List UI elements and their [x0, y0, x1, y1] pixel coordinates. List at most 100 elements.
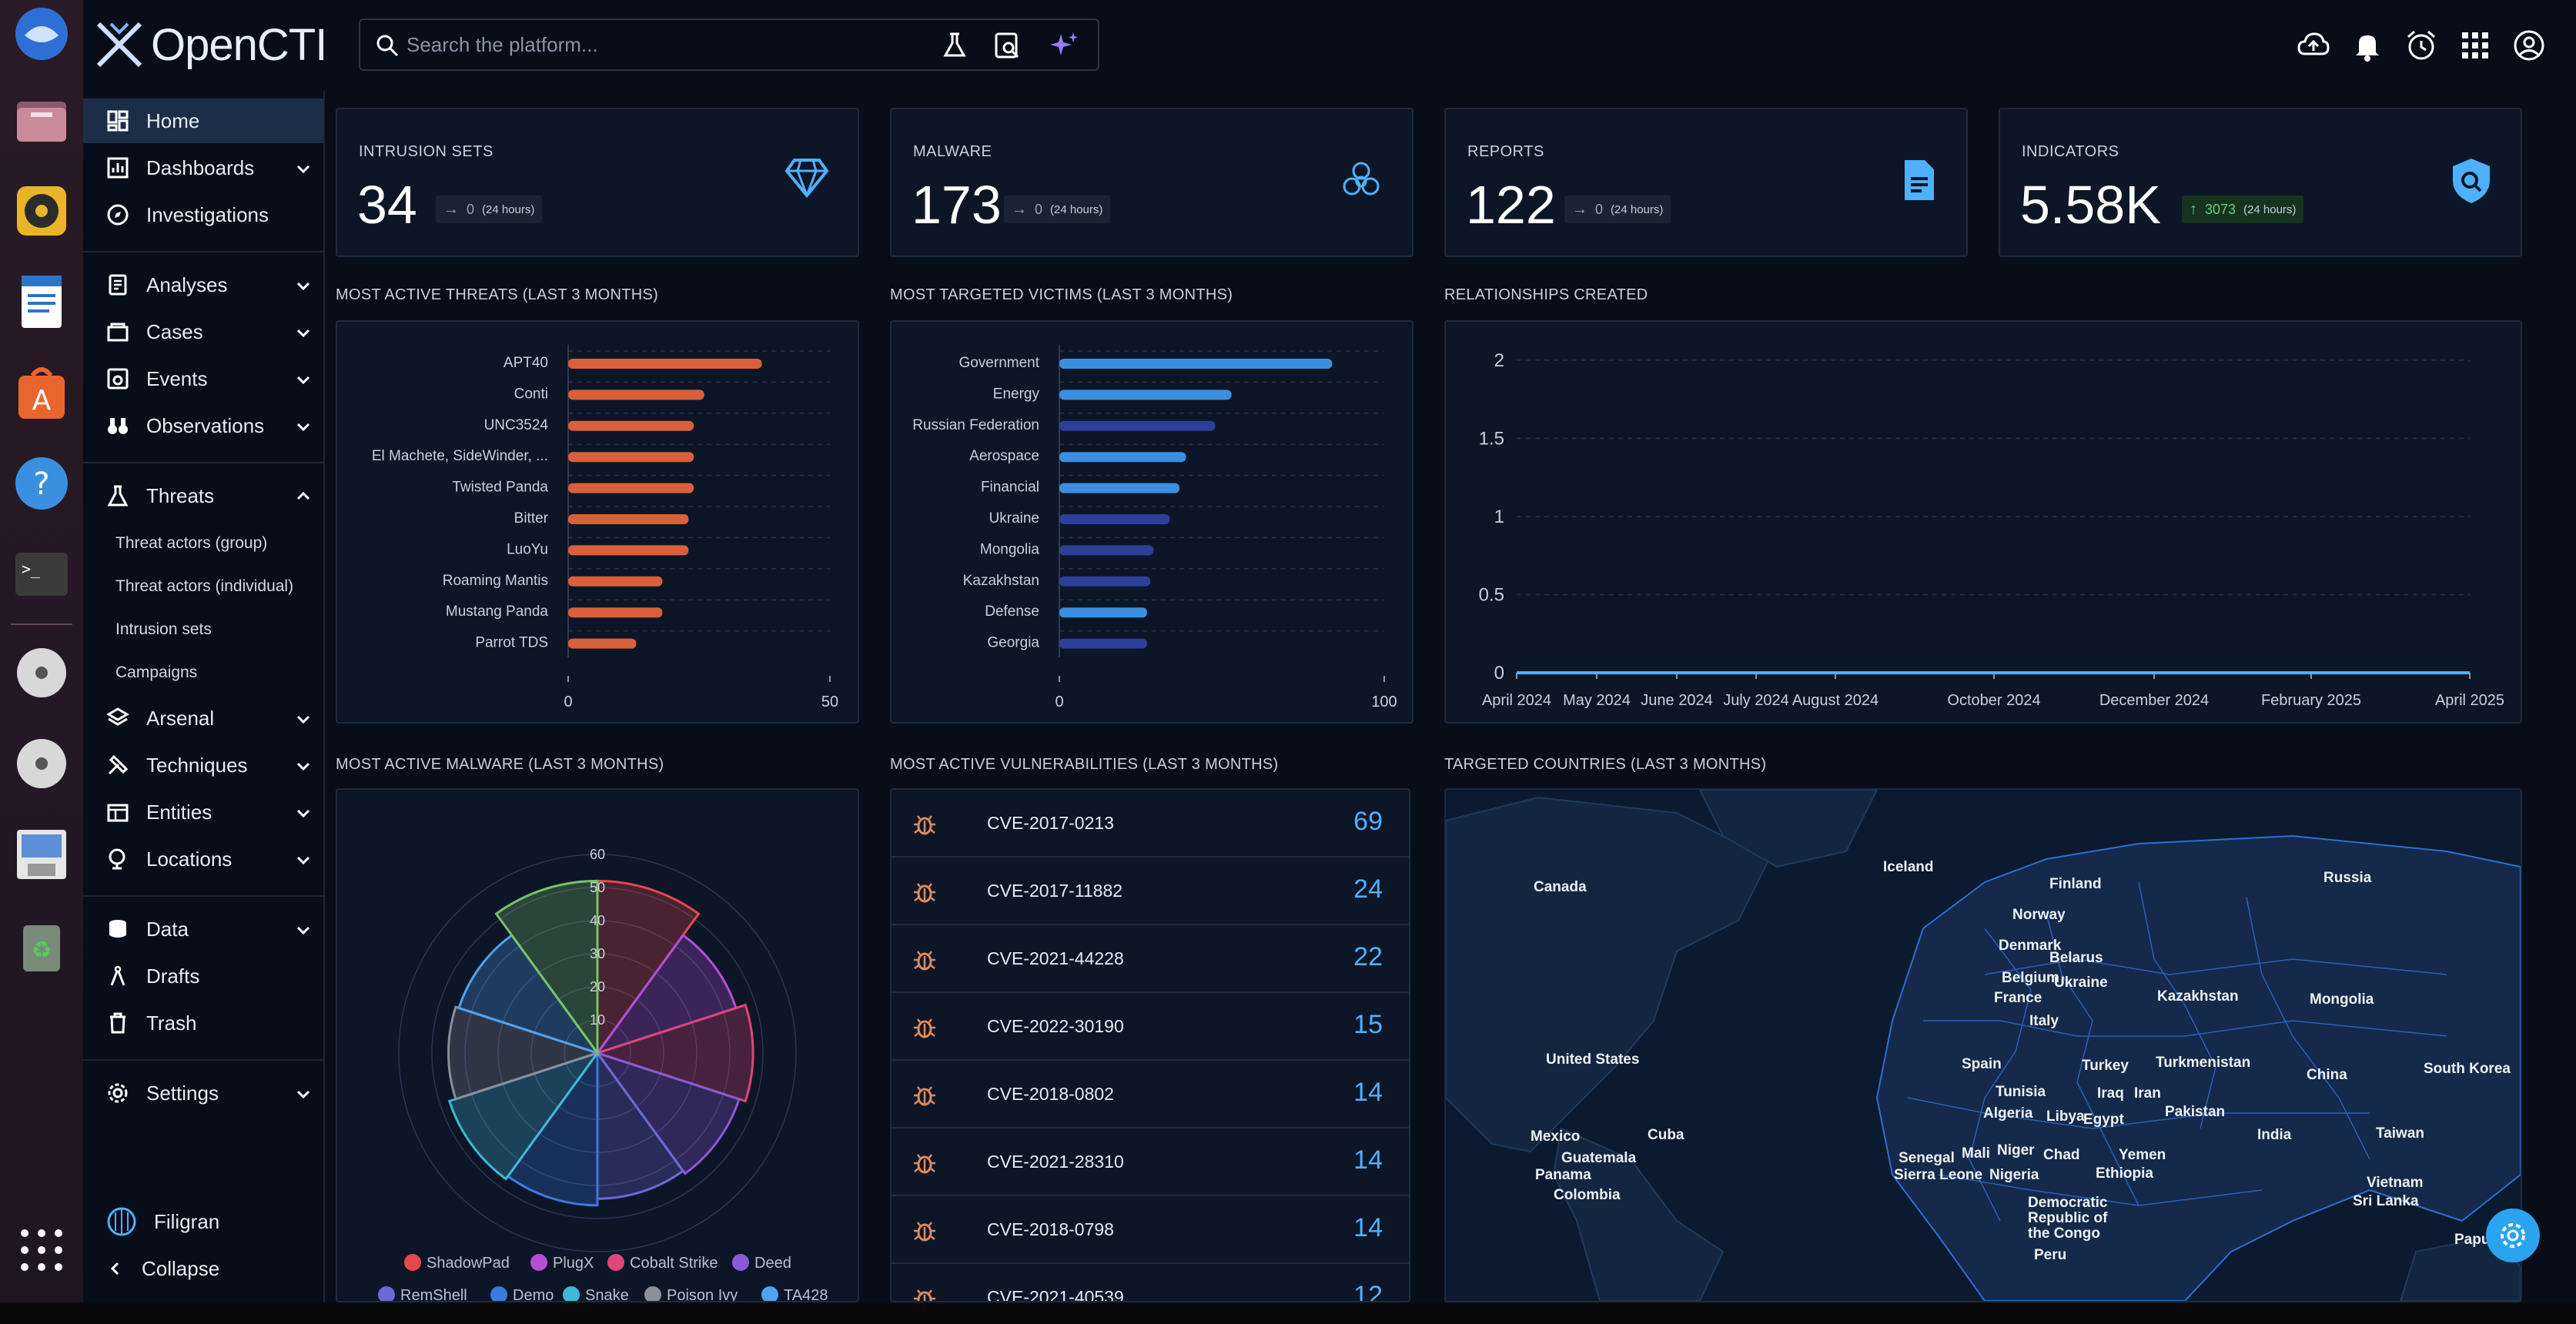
clipboard-search-icon[interactable] — [992, 29, 1022, 60]
bar[interactable] — [568, 514, 689, 524]
collapse-button[interactable]: Collapse — [83, 1246, 323, 1291]
bar[interactable] — [1059, 359, 1333, 369]
sidebar-item-threats[interactable]: Threats — [83, 473, 323, 518]
bar[interactable] — [1059, 607, 1147, 618]
sidebar-item-drafts[interactable]: Drafts — [83, 954, 323, 998]
legend-label[interactable]: RemShell — [400, 1287, 467, 1301]
sidebar-subitem-campaigns[interactable]: Campaigns — [115, 664, 197, 682]
sidebar-item-data[interactable]: Data — [83, 907, 323, 951]
map-country-label: Russia — [2323, 870, 2372, 886]
arrow-right-icon: → — [443, 200, 459, 218]
sidebar-item-dashboards[interactable]: Dashboards — [83, 145, 323, 190]
chevron-down-icon — [296, 423, 310, 432]
vulnerability-row[interactable]: CVE-2018-0798 14 — [892, 1196, 1409, 1264]
kpi-card-indicators[interactable]: INDICATORS 5.58K ↑ 3073 (24 hours) — [1999, 108, 2522, 257]
category-label: LuoYu — [507, 541, 548, 557]
sidebar-item-events[interactable]: Events — [83, 356, 323, 401]
kpi-card-intrusion-sets[interactable]: INTRUSION SETS 34 → 0 (24 hours) — [336, 108, 859, 257]
sidebar-item-cases[interactable]: Cases — [83, 309, 323, 354]
rhythmbox-icon[interactable] — [8, 177, 75, 245]
bar[interactable] — [568, 638, 637, 649]
map-country-label: Pakistan — [2165, 1104, 2226, 1120]
legend-label[interactable]: TA428 — [784, 1287, 828, 1301]
save-drive-icon[interactable] — [8, 821, 75, 888]
writer-icon[interactable] — [8, 268, 75, 336]
sidebar-item-arsenal[interactable]: Arsenal — [83, 696, 323, 741]
kpi-card-malware[interactable]: MALWARE 173 → 0 (24 hours) — [890, 108, 1413, 257]
vulnerability-row[interactable]: CVE-2021-28310 14 — [892, 1128, 1409, 1196]
sidebar-item-observations[interactable]: Observations — [83, 403, 323, 448]
disc-icon[interactable] — [8, 639, 75, 707]
sidebar-subitem-threat-actors-group[interactable]: Threat actors (group) — [115, 534, 267, 553]
legend-label[interactable]: ShadowPad — [427, 1255, 510, 1272]
bar[interactable] — [1059, 514, 1170, 524]
legend-label[interactable]: Snake — [585, 1287, 629, 1301]
chevron-down-icon — [296, 762, 310, 771]
map-country-label: Democratic — [2028, 1195, 2108, 1211]
vulnerability-row[interactable]: CVE-2022-30190 15 — [892, 993, 1409, 1061]
legend-label[interactable]: Poison Ivy — [667, 1287, 738, 1301]
malware-chart-card: 10 20 30 40 50 60 ShadowPad PlugX Cobalt Strike D… — [336, 788, 859, 1302]
bar[interactable] — [568, 420, 694, 431]
ai-sparkle-icon[interactable] — [1047, 29, 1081, 63]
apps-grid-icon[interactable] — [2457, 28, 2493, 63]
bar[interactable] — [568, 576, 663, 587]
bar[interactable] — [1059, 452, 1186, 463]
settings-fab-button[interactable] — [2486, 1209, 2540, 1262]
bar[interactable] — [1059, 483, 1180, 493]
sidebar-item-analyses[interactable]: Analyses — [83, 262, 323, 307]
sidebar-item-settings[interactable]: Settings — [83, 1071, 323, 1115]
x-tick-label: 0 — [564, 694, 572, 710]
map-country-label: Mongolia — [2310, 991, 2374, 1008]
vulnerability-row[interactable]: CVE-2021-44228 22 — [892, 925, 1409, 993]
bar[interactable] — [568, 607, 663, 618]
bar[interactable] — [1059, 420, 1216, 431]
legend-label[interactable]: PlugX — [553, 1255, 594, 1272]
x-tick-label: April 2024 — [1482, 692, 1551, 709]
bell-icon[interactable] — [2350, 28, 2385, 63]
app-grid-icon[interactable] — [8, 1216, 75, 1284]
bar[interactable] — [1059, 390, 1232, 400]
disc-icon[interactable] — [8, 730, 75, 797]
alarm-clock-icon[interactable] — [2404, 28, 2439, 63]
vulnerability-name: CVE-2021-40539 — [987, 1287, 1124, 1302]
search-bar[interactable]: Search the platform... — [359, 18, 1099, 71]
bar[interactable] — [568, 452, 694, 463]
bar[interactable] — [568, 359, 762, 369]
sidebar-subitem-threat-actors-individual[interactable]: Threat actors (individual) — [115, 577, 293, 596]
bar[interactable] — [1059, 545, 1154, 556]
sidebar-item-entities[interactable]: Entities — [83, 790, 323, 834]
sidebar-item-trash[interactable]: Trash — [83, 1001, 323, 1045]
files-icon[interactable] — [8, 86, 75, 154]
vulnerability-row[interactable]: CVE-2018-0802 14 — [892, 1061, 1409, 1128]
bar[interactable] — [568, 483, 694, 493]
kpi-card-reports[interactable]: REPORTS 122 → 0 (24 hours) — [1444, 108, 1968, 257]
vulnerability-row[interactable]: CVE-2021-40539 12 — [892, 1264, 1409, 1302]
bar[interactable] — [1059, 638, 1147, 649]
trash-icon[interactable]: ♻ — [8, 911, 75, 979]
legend-label[interactable]: Demo — [513, 1287, 554, 1301]
account-icon[interactable] — [2511, 28, 2547, 63]
sidebar-item-techniques[interactable]: Techniques — [83, 743, 323, 787]
bar[interactable] — [568, 545, 689, 556]
sidebar-item-locations[interactable]: Locations — [83, 837, 323, 881]
sidebar-item-investigations[interactable]: Investigations — [83, 192, 323, 237]
filigran-brand[interactable]: Filigran — [83, 1199, 323, 1244]
bar[interactable] — [1059, 576, 1151, 587]
search-input[interactable]: Search the platform... — [406, 33, 598, 57]
logo[interactable]: OpenCTI — [94, 14, 327, 75]
sidebar-subitem-intrusion-sets[interactable]: Intrusion sets — [115, 620, 212, 639]
legend-label[interactable]: Cobalt Strike — [630, 1255, 718, 1272]
vulnerability-row[interactable]: CVE-2017-0213 69 — [892, 790, 1409, 858]
lab-flask-icon[interactable] — [939, 29, 970, 60]
help-icon[interactable]: ? — [8, 450, 75, 517]
terminal-icon[interactable]: >_ — [8, 540, 75, 608]
sidebar-item-home[interactable]: Home — [83, 99, 323, 143]
vulnerability-row[interactable]: CVE-2017-11882 24 — [892, 858, 1409, 925]
app-center-icon[interactable]: A — [8, 359, 75, 426]
legend-label[interactable]: Deed — [754, 1255, 791, 1272]
threats-bar-chart: APT40 Conti UNC3524 El Machete, SideWinder,… — [372, 345, 838, 710]
bar[interactable] — [568, 390, 704, 400]
thunderbird-icon[interactable] — [8, 0, 75, 68]
cloud-upload-icon[interactable] — [2296, 28, 2331, 63]
